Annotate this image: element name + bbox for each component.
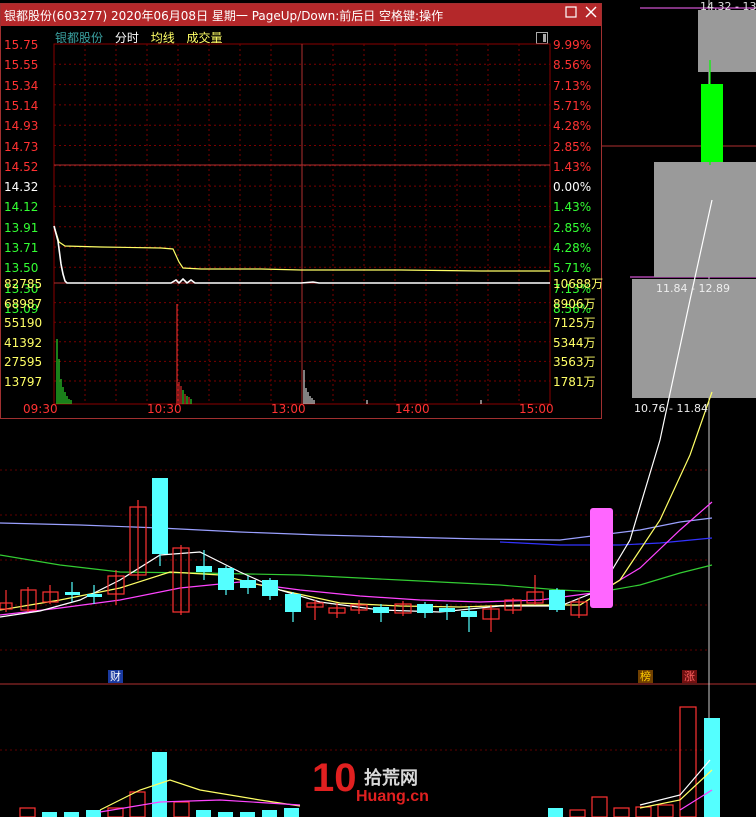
chip-distribution [632, 10, 756, 398]
volume-amount-tick: 3563万 [553, 355, 596, 370]
rank-marker[interactable]: 榜 [638, 670, 653, 683]
watermark-number: 10 [312, 756, 357, 800]
time-tick: 10:30 [147, 402, 182, 416]
price-tick: 13.91 [4, 220, 39, 235]
price-tick: 15.75 [4, 38, 39, 52]
watermark: 10 拾荒网 Huang.cn [312, 756, 452, 812]
pct-tick: 1.43% [553, 200, 592, 215]
price-tick: 14.73 [4, 139, 39, 154]
price-tick: 14.52 [4, 159, 39, 174]
watermark-en: Huang.cn [356, 788, 429, 805]
intraday-chart[interactable] [1, 4, 601, 418]
pct-tick: 5.71% [553, 261, 592, 276]
price-tick: 14.93 [4, 119, 39, 134]
volume-tick: 55190 [4, 316, 43, 331]
time-tick: 09:30 [23, 402, 58, 416]
limit-up-marker[interactable]: 涨 [682, 670, 697, 683]
pct-tick: 4.28% [553, 119, 592, 134]
finance-marker[interactable]: 财 [108, 670, 123, 683]
pct-tick: 2.85% [553, 139, 592, 154]
pct-tick: 2.85% [553, 220, 592, 235]
volume-tick: 27595 [4, 355, 43, 370]
volume-tick: 82785 [4, 277, 43, 291]
volume-tick: 41392 [4, 335, 43, 350]
pct-tick: 4.28% [553, 241, 592, 255]
pct-tick: 8.56% [553, 58, 592, 73]
limit-up-candle [590, 508, 613, 608]
price-tick: 15.55 [4, 58, 39, 73]
intraday-volume-bars [56, 304, 482, 404]
price-tick: 13.71 [4, 241, 39, 255]
pct-tick: 9.99% [553, 38, 592, 52]
volume-amount-tick: 5344万 [553, 335, 596, 350]
time-tick: 13:00 [271, 402, 306, 416]
volume-amount-tick: 10688万 [553, 277, 604, 291]
volume-amount-tick: 7125万 [553, 316, 596, 331]
chip-bottom-label: 10.76 - 11.84 [634, 402, 708, 415]
price-tick: 14.32 [4, 180, 39, 195]
pct-tick: 7.13% [553, 78, 592, 93]
volume-tick: 13797 [4, 375, 43, 389]
pct-tick: 1.43% [553, 159, 592, 174]
volume-amount-tick: 8906万 [553, 296, 596, 311]
price-tick: 14.12 [4, 200, 39, 215]
chip-mid-label: 11.84 - 12.89 [656, 282, 730, 295]
time-tick: 15:00 [519, 402, 554, 416]
watermark-cn: 拾荒网 [364, 768, 418, 789]
volume-amount-tick: 1781万 [553, 375, 596, 389]
pct-tick: 5.71% [553, 98, 592, 113]
chip-top-label: 14.32 - 13 [700, 0, 756, 13]
time-tick: 14:00 [395, 402, 430, 416]
price-tick: 15.34 [4, 78, 39, 93]
volume-tick: 68987 [4, 296, 43, 311]
pct-tick: 0.00% [553, 180, 592, 195]
price-tick: 13.50 [4, 261, 39, 276]
intraday-window[interactable]: 银都股份(603277) 2020年06月08日 星期一 PageUp/Down… [0, 3, 604, 419]
price-tick: 15.14 [4, 98, 39, 113]
